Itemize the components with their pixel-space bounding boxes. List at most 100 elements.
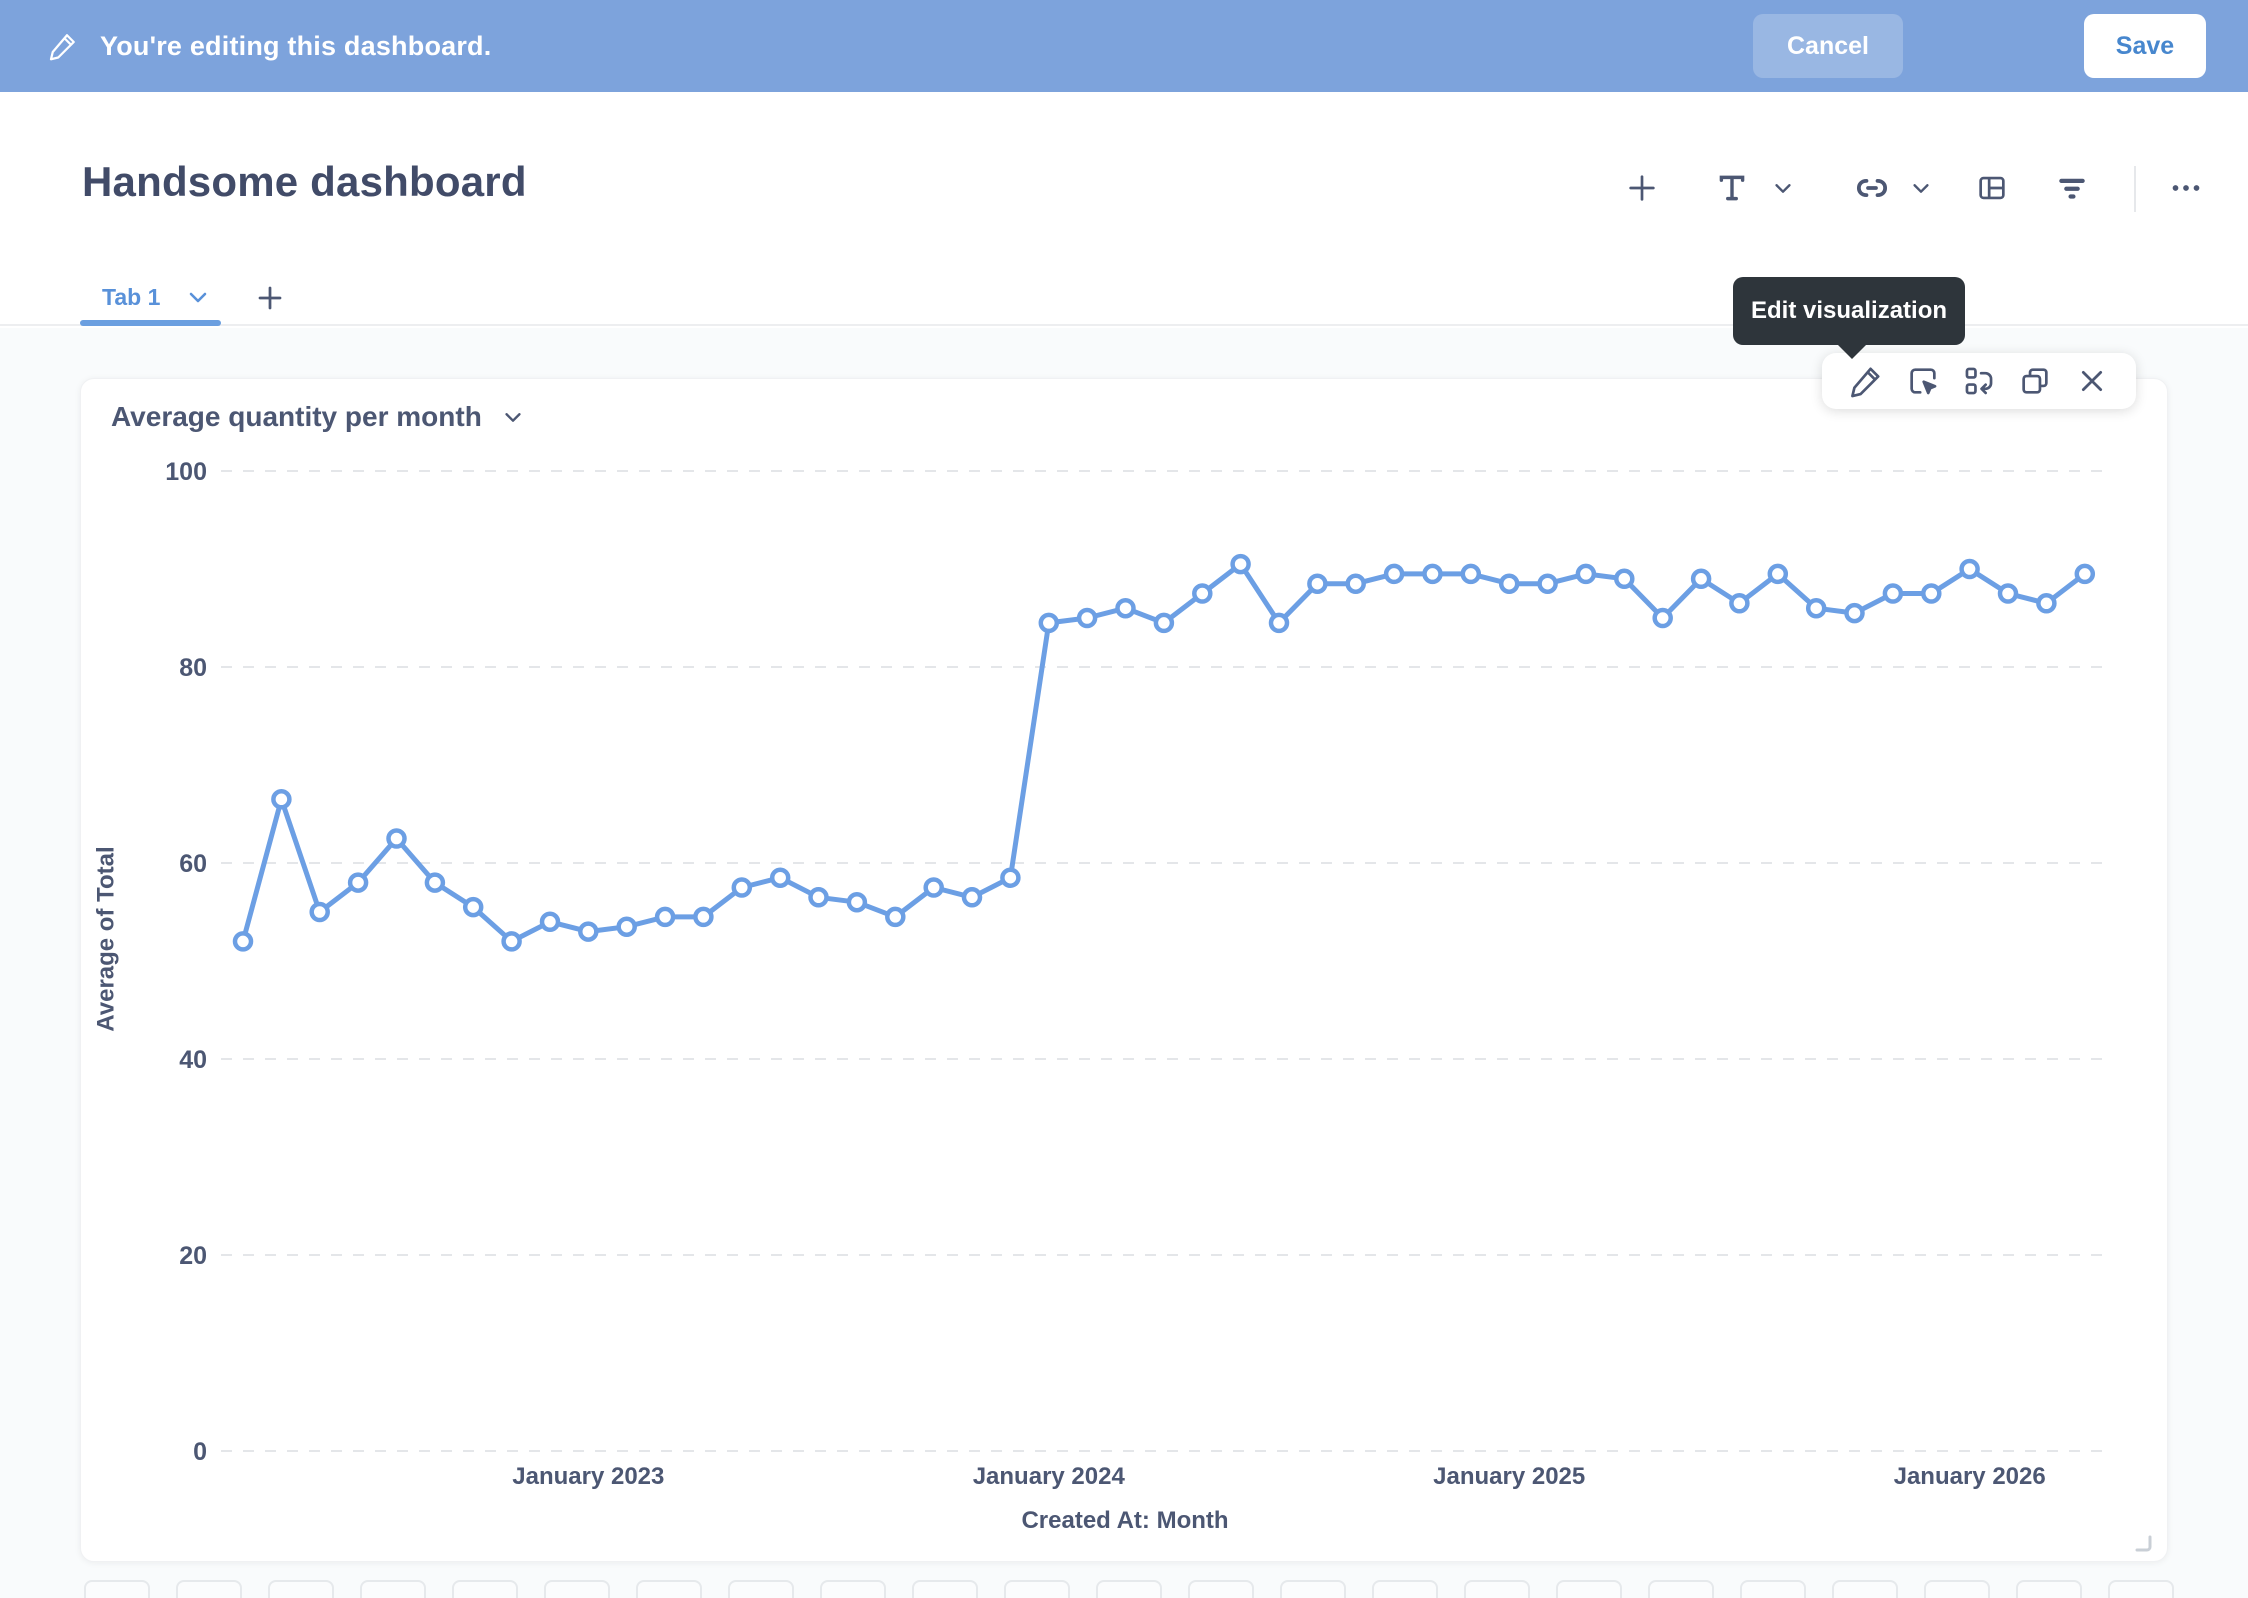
- y-tick-40: 40: [179, 1046, 207, 1074]
- grid-placeholder-cell: [1004, 1580, 1070, 1598]
- grid-placeholder-cell: [176, 1580, 242, 1598]
- data-point-2023-07: [811, 889, 827, 905]
- x-tick: January 2024: [973, 1463, 1126, 1490]
- data-point-2024-01: [1041, 615, 1057, 631]
- data-point-2024-07: [1271, 615, 1287, 631]
- add-link-icon[interactable]: [1844, 160, 1900, 216]
- data-point-2022-12: [542, 914, 558, 930]
- grid-placeholder-cell: [1832, 1580, 1898, 1598]
- data-point-2022-07: [350, 875, 366, 891]
- chart-card[interactable]: Average quantity per month Average of To…: [80, 378, 2168, 1562]
- data-point-2023-02: [619, 919, 635, 935]
- replace-visualization-icon[interactable]: [1957, 359, 2001, 403]
- y-tick-20: 20: [179, 1242, 207, 1270]
- data-point-2023-12: [1002, 870, 1018, 886]
- pencil-icon: [48, 31, 78, 61]
- grid-placeholder-row: [0, 1580, 2248, 1598]
- data-point-2023-05: [734, 880, 750, 896]
- dashboard-title[interactable]: Handsome dashboard: [82, 158, 527, 206]
- save-button[interactable]: Save: [2084, 14, 2206, 78]
- data-point-2022-06: [312, 904, 328, 920]
- grid-placeholder-cell: [1924, 1580, 1990, 1598]
- data-point-2025-06: [1693, 571, 1709, 587]
- card-action-toolbar: [1822, 353, 2136, 409]
- editing-banner: You're editing this dashboard. Cancel Sa…: [0, 0, 2248, 92]
- data-point-2024-11: [1425, 566, 1441, 582]
- add-text-chevron-icon[interactable]: [1766, 160, 1800, 216]
- dashboard-edit-screen: You're editing this dashboard. Cancel Sa…: [0, 0, 2248, 1598]
- duplicate-icon[interactable]: [2013, 359, 2057, 403]
- edit-visualization-tooltip: Edit visualization: [1733, 277, 1965, 345]
- data-point-2022-09: [427, 875, 443, 891]
- data-point-2023-01: [580, 924, 596, 940]
- x-tick: January 2025: [1433, 1463, 1585, 1490]
- grid-placeholder-cell: [1372, 1580, 1438, 1598]
- grid-placeholder-cell: [1096, 1580, 1162, 1598]
- data-point-2024-08: [1309, 576, 1325, 592]
- data-point-2023-06: [772, 870, 788, 886]
- add-text-icon[interactable]: [1704, 160, 1760, 216]
- data-point-2026-02: [2000, 586, 2016, 602]
- grid-placeholder-cell: [2016, 1580, 2082, 1598]
- data-point-2022-10: [465, 899, 481, 915]
- data-point-2024-02: [1079, 610, 1095, 626]
- data-point-2024-12: [1463, 566, 1479, 582]
- data-point-2023-08: [849, 894, 865, 910]
- click-behavior-icon[interactable]: [1901, 359, 1945, 403]
- grid-placeholder-cell: [360, 1580, 426, 1598]
- card-resize-handle[interactable]: [2127, 1527, 2153, 1553]
- data-point-2022-11: [504, 933, 520, 949]
- data-point-2023-10: [926, 880, 942, 896]
- data-point-2025-05: [1655, 610, 1671, 626]
- data-point-2024-10: [1386, 566, 1402, 582]
- data-point-2025-11: [1885, 586, 1901, 602]
- data-point-2024-03: [1118, 600, 1134, 616]
- x-tick: January 2023: [512, 1463, 664, 1490]
- line-chart: 020406080100January 2023January 2024Janu…: [81, 379, 2169, 1563]
- add-filter-icon[interactable]: [2044, 160, 2100, 216]
- data-point-2025-04: [1616, 571, 1632, 587]
- data-point-2026-01: [1962, 561, 1978, 577]
- y-tick-80: 80: [179, 654, 207, 682]
- dashboard-canvas: Average quantity per month Average of To…: [0, 328, 2248, 1598]
- x-tick: January 2026: [1894, 1463, 2046, 1490]
- y-tick-60: 60: [179, 850, 207, 878]
- tab-1[interactable]: Tab 1: [80, 268, 232, 326]
- add-link-chevron-icon[interactable]: [1904, 160, 1938, 216]
- tab-chevron-down-icon[interactable]: [186, 285, 210, 309]
- tab-1-label: Tab 1: [102, 284, 160, 311]
- data-point-2025-01: [1501, 576, 1517, 592]
- data-point-2025-02: [1540, 576, 1556, 592]
- grid-placeholder-cell: [84, 1580, 150, 1598]
- add-section-icon[interactable]: [1964, 160, 2020, 216]
- data-point-2023-09: [887, 909, 903, 925]
- toolbar-divider: [2134, 166, 2136, 212]
- add-tab-icon[interactable]: [248, 276, 292, 320]
- data-point-2025-09: [1808, 600, 1824, 616]
- data-point-2024-06: [1233, 556, 1249, 572]
- grid-placeholder-cell: [1556, 1580, 1622, 1598]
- edit-visualization-icon[interactable]: [1844, 359, 1888, 403]
- grid-placeholder-cell: [636, 1580, 702, 1598]
- cancel-button[interactable]: Cancel: [1753, 14, 1903, 78]
- data-point-2025-08: [1770, 566, 1786, 582]
- data-point-2023-03: [657, 909, 673, 925]
- grid-placeholder-cell: [268, 1580, 334, 1598]
- grid-placeholder-cell: [1464, 1580, 1530, 1598]
- data-point-2024-04: [1156, 615, 1172, 631]
- x-axis-title: Created At: Month: [81, 1507, 2169, 1535]
- data-point-2023-11: [964, 889, 980, 905]
- data-point-2025-07: [1731, 595, 1747, 611]
- data-point-2022-04: [235, 933, 251, 949]
- grid-placeholder-cell: [728, 1580, 794, 1598]
- editing-message: You're editing this dashboard.: [100, 31, 491, 62]
- more-options-icon[interactable]: [2158, 160, 2214, 216]
- add-question-icon[interactable]: [1614, 160, 1670, 216]
- grid-placeholder-cell: [1280, 1580, 1346, 1598]
- remove-card-icon[interactable]: [2070, 359, 2114, 403]
- data-point-2026-03: [2038, 595, 2054, 611]
- grid-placeholder-cell: [1740, 1580, 1806, 1598]
- data-point-2022-08: [389, 831, 405, 847]
- grid-placeholder-cell: [820, 1580, 886, 1598]
- grid-placeholder-cell: [452, 1580, 518, 1598]
